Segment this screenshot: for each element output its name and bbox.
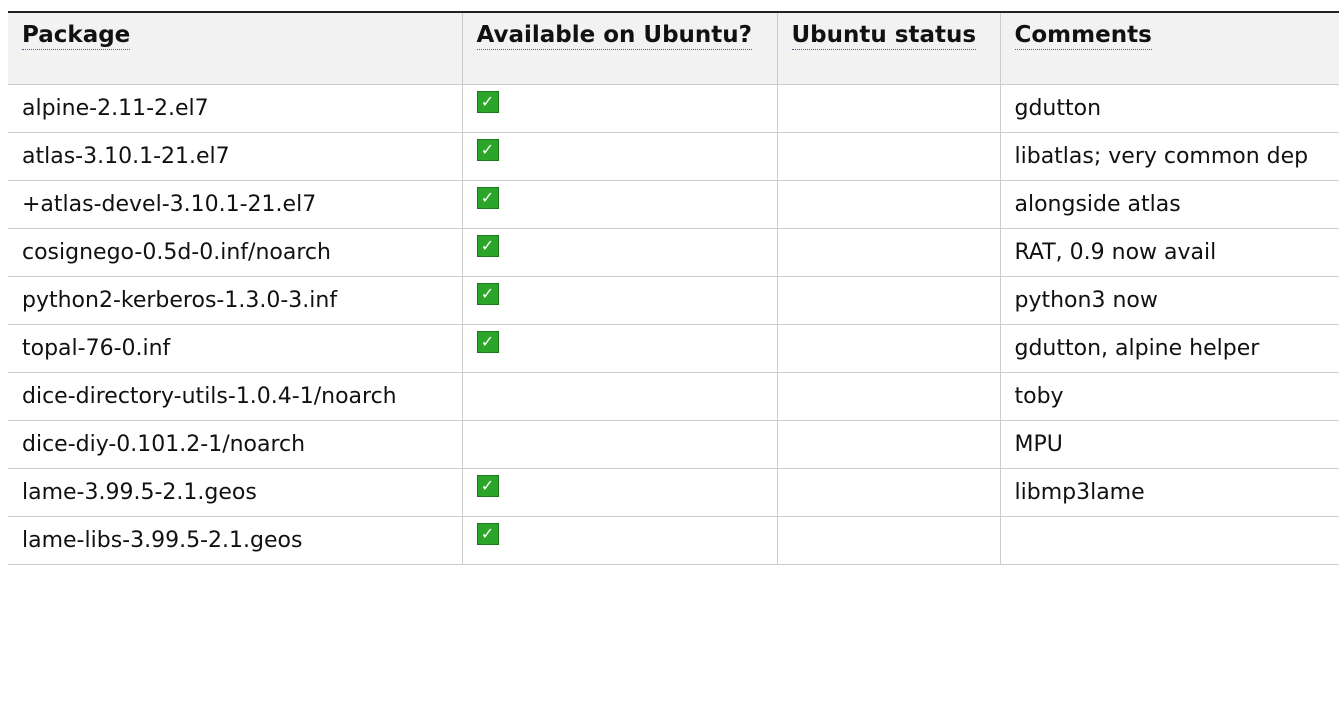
status-cell bbox=[776, 84, 1000, 133]
available-cell: ✓ bbox=[461, 132, 777, 181]
table-row: alpine-2.11-2.el7 ✓ gdutton bbox=[8, 84, 1339, 133]
status-cell bbox=[776, 228, 1000, 277]
check-icon: ✓ bbox=[476, 138, 499, 161]
available-cell bbox=[461, 372, 777, 421]
header-comments[interactable]: Comments bbox=[999, 13, 1339, 85]
header-package-label[interactable]: Package bbox=[22, 22, 131, 50]
comments-cell: libatlas; very common dep bbox=[999, 132, 1339, 181]
comments-cell bbox=[999, 516, 1339, 565]
status-cell bbox=[776, 180, 1000, 229]
status-cell bbox=[776, 324, 1000, 373]
comments-cell: alongside atlas bbox=[999, 180, 1339, 229]
available-cell: ✓ bbox=[461, 84, 777, 133]
status-cell bbox=[776, 276, 1000, 325]
check-icon: ✓ bbox=[476, 522, 499, 545]
available-cell: ✓ bbox=[461, 516, 777, 565]
package-cell: dice-directory-utils-1.0.4-1/noarch bbox=[8, 372, 462, 421]
available-cell: ✓ bbox=[461, 180, 777, 229]
table-row: lame-3.99.5-2.1.geos ✓ libmp3lame bbox=[8, 468, 1339, 517]
table-row: dice-diy-0.101.2-1/noarch MPU bbox=[8, 420, 1339, 469]
package-cell: lame-libs-3.99.5-2.1.geos bbox=[8, 516, 462, 565]
available-cell: ✓ bbox=[461, 228, 777, 277]
available-cell: ✓ bbox=[461, 468, 777, 517]
available-cell: ✓ bbox=[461, 324, 777, 373]
status-cell bbox=[776, 132, 1000, 181]
package-cell: python2-kerberos-1.3.0-3.inf bbox=[8, 276, 462, 325]
status-cell bbox=[776, 372, 1000, 421]
check-icon: ✓ bbox=[476, 186, 499, 209]
header-status[interactable]: Ubuntu status bbox=[776, 13, 1000, 85]
table-row: +atlas-devel-3.10.1-21.el7 ✓ alongside atl… bbox=[8, 180, 1339, 229]
package-cell: lame-3.99.5-2.1.geos bbox=[8, 468, 462, 517]
comments-cell: libmp3lame bbox=[999, 468, 1339, 517]
comments-cell: gdutton bbox=[999, 84, 1339, 133]
comments-cell: gdutton, alpine helper bbox=[999, 324, 1339, 373]
table-row: topal-76-0.inf ✓ gdutton, alpine helper bbox=[8, 324, 1339, 373]
table-row: lame-libs-3.99.5-2.1.geos ✓ bbox=[8, 516, 1339, 565]
header-package[interactable]: Package bbox=[8, 13, 462, 85]
comments-cell: toby bbox=[999, 372, 1339, 421]
package-cell: cosignego-0.5d-0.inf/noarch bbox=[8, 228, 462, 277]
package-cell: topal-76-0.inf bbox=[8, 324, 462, 373]
package-cell: +atlas-devel-3.10.1-21.el7 bbox=[8, 180, 462, 229]
comments-cell: RAT, 0.9 now avail bbox=[999, 228, 1339, 277]
table-row: cosignego-0.5d-0.inf/noarch ✓ RAT, 0.9 now… bbox=[8, 228, 1339, 277]
header-comments-label[interactable]: Comments bbox=[1014, 22, 1152, 50]
table-row: dice-directory-utils-1.0.4-1/noarch toby bbox=[8, 372, 1339, 421]
header-available[interactable]: Available on Ubuntu? bbox=[461, 13, 777, 85]
comments-cell: python3 now bbox=[999, 276, 1339, 325]
package-cell: dice-diy-0.101.2-1/noarch bbox=[8, 420, 462, 469]
check-icon: ✓ bbox=[476, 90, 499, 113]
check-icon: ✓ bbox=[476, 330, 499, 353]
check-icon: ✓ bbox=[476, 282, 499, 305]
table-row: atlas-3.10.1-21.el7 ✓ libatlas; very commo… bbox=[8, 132, 1339, 181]
header-status-label[interactable]: Ubuntu status bbox=[791, 22, 977, 50]
available-cell: ✓ bbox=[461, 276, 777, 325]
available-cell bbox=[461, 420, 777, 469]
check-icon: ✓ bbox=[476, 474, 499, 497]
comments-cell: MPU bbox=[999, 420, 1339, 469]
package-table: Package Available on Ubuntu? Ubuntu stat… bbox=[8, 13, 1339, 565]
status-cell bbox=[776, 468, 1000, 517]
status-cell bbox=[776, 420, 1000, 469]
table-row: python2-kerberos-1.3.0-3.inf ✓ python3 now bbox=[8, 276, 1339, 325]
package-cell: atlas-3.10.1-21.el7 bbox=[8, 132, 462, 181]
status-cell bbox=[776, 516, 1000, 565]
check-icon: ✓ bbox=[476, 234, 499, 257]
package-cell: alpine-2.11-2.el7 bbox=[8, 84, 462, 133]
header-available-label[interactable]: Available on Ubuntu? bbox=[476, 22, 753, 50]
header-row: Package Available on Ubuntu? Ubuntu stat… bbox=[8, 13, 1339, 85]
